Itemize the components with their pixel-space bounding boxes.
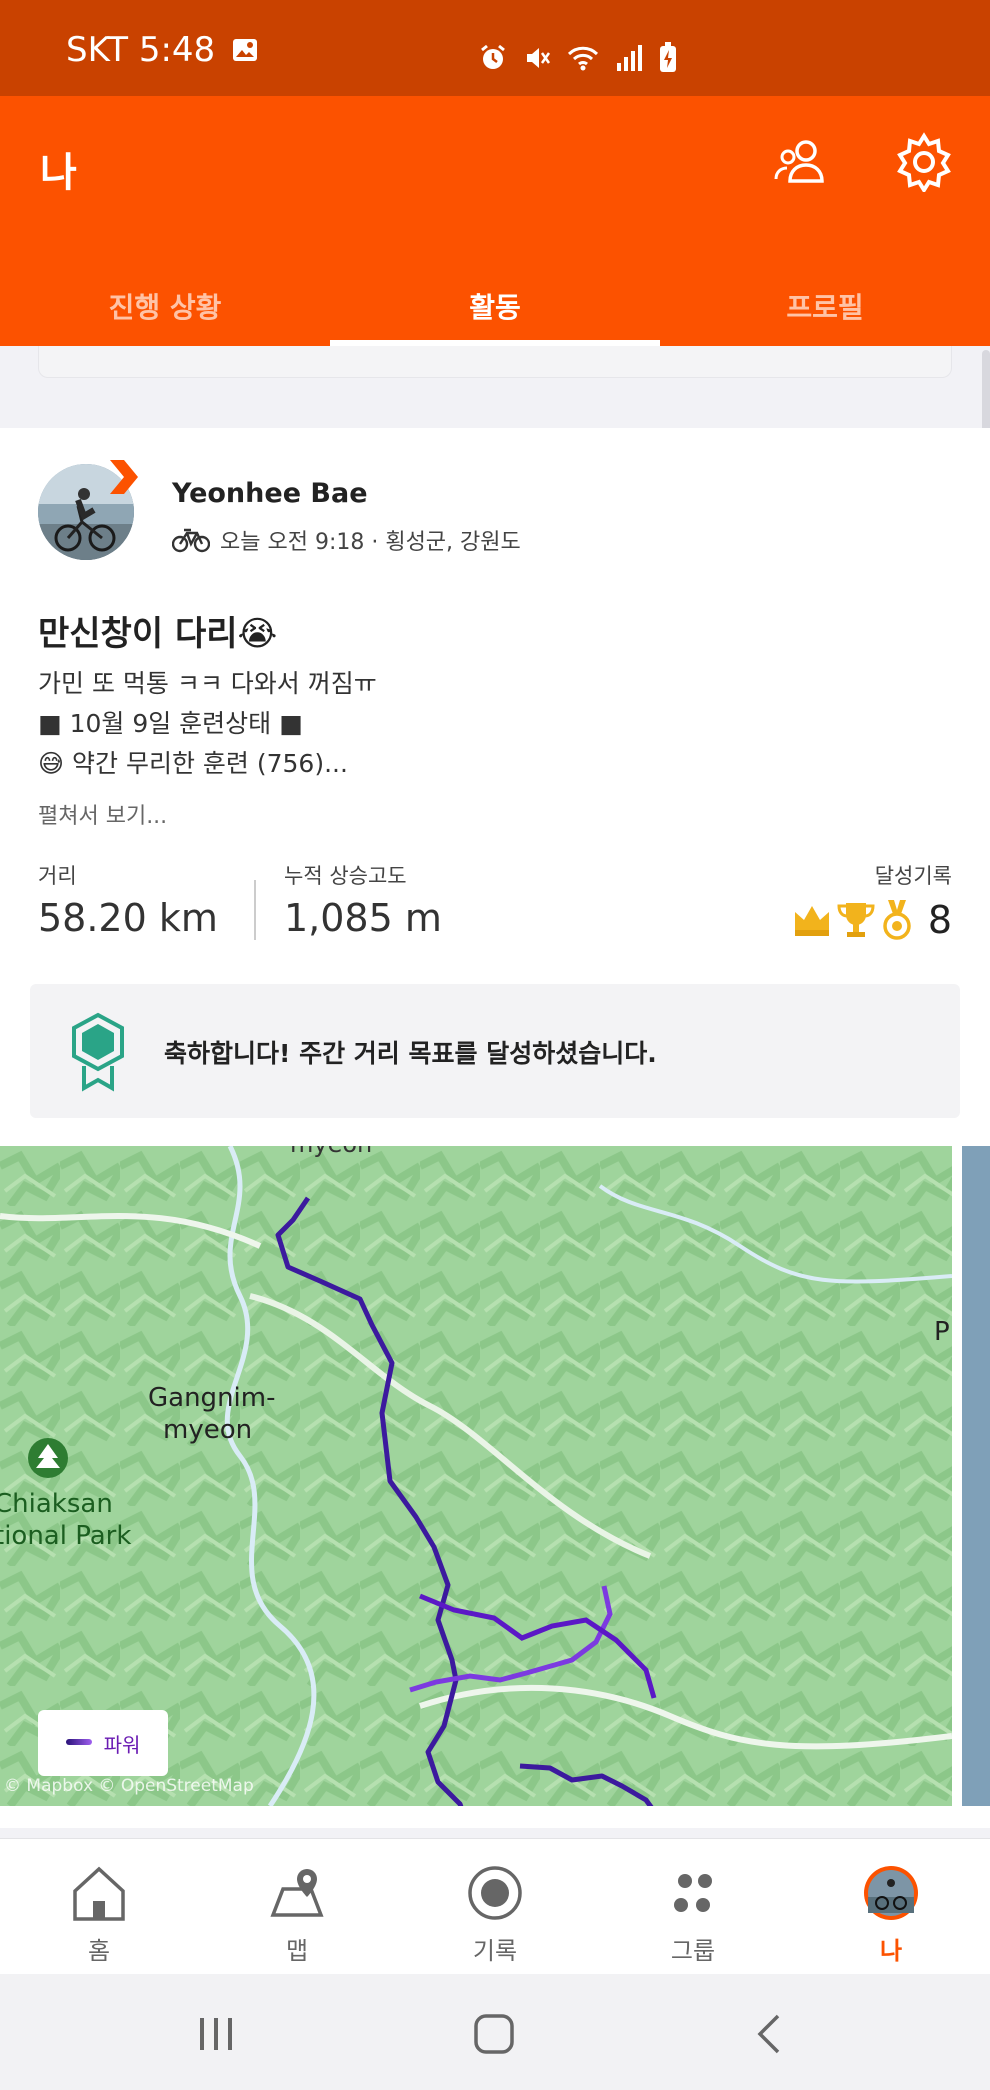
power-legend[interactable]: 파워	[38, 1710, 168, 1776]
nav-groups-label: 그룹	[670, 1937, 716, 1965]
crown-icon	[794, 906, 829, 936]
map-label-town-line2: myeon	[163, 1415, 252, 1445]
activity-meta: 오늘 오전 9:18 · 횡성군, 강원도	[172, 524, 521, 556]
tab-profile-label: 프로필	[786, 291, 864, 324]
power-gradient-icon	[65, 1739, 92, 1745]
map-label-top: myeon	[290, 1146, 372, 1158]
activity-title[interactable]: 만신창이 다리😭	[38, 606, 277, 655]
bike-icon	[172, 528, 210, 553]
activity-description: 가민 또 먹통 ㅋㅋ 다와서 꺼짐ㅠ ■ 10월 9일 훈련상태 ■ 😅 약간 …	[38, 664, 377, 784]
record-icon	[468, 1866, 522, 1920]
achievements-stat[interactable]: 달성기록 8	[792, 860, 952, 942]
settings-button[interactable]	[892, 130, 956, 194]
bottom-nav: 홈 맵 기록 그룹 나	[0, 1838, 990, 1974]
wifi-icon	[567, 46, 599, 71]
app-header: 나 진행 상황 활동 프로필	[0, 96, 990, 346]
route-map[interactable]: myeon Gangnim- myeon Chiaksan tional Par…	[0, 1146, 952, 1806]
nav-maps[interactable]: 맵	[198, 1839, 396, 1974]
map-label-park-line2: tional Park	[0, 1521, 131, 1551]
previous-card-edge	[38, 346, 952, 378]
subscriber-badge-icon	[110, 460, 138, 494]
alarm-icon	[481, 44, 505, 69]
achievements-label: 달성기록	[874, 864, 952, 888]
goal-banner[interactable]: 축하합니다! 주간 거리 목표를 달성하셨습니다.	[30, 984, 960, 1118]
nav-maps-label: 맵	[285, 1937, 309, 1965]
nav-record[interactable]: 기록	[396, 1839, 594, 1974]
activity-stats: 거리 58.20 km 누적 상승고도 1,085 m 달성기록 8	[38, 860, 952, 942]
description-line: 😅 약간 무리한 훈련 (756)...	[38, 749, 348, 778]
distance-value: 58.20 km	[38, 896, 218, 940]
find-friends-button[interactable]	[770, 130, 834, 194]
map-label-park: Chiaksan	[0, 1489, 113, 1519]
tab-activities-label: 활동	[469, 291, 521, 324]
description-line: 가민 또 먹통 ㅋㅋ 다와서 꺼짐ㅠ	[38, 669, 377, 698]
elevation-value: 1,085 m	[284, 896, 442, 940]
achievements-count: 8	[927, 898, 952, 942]
tab-bar: 진행 상황 활동 프로필	[0, 256, 990, 346]
carrier-time: SKT 5:48	[66, 30, 216, 70]
activity-date-location: 오늘 오전 9:18 · 횡성군, 강원도	[220, 530, 521, 555]
gear-icon	[897, 132, 951, 192]
distance-label: 거리	[38, 864, 77, 888]
achievements-icons: 8	[792, 898, 952, 942]
goal-message: 축하합니다! 주간 거리 목표를 달성하셨습니다.	[164, 1039, 657, 1068]
back-icon	[757, 2014, 780, 2054]
elevation-label: 누적 상승고도	[284, 864, 407, 888]
status-right	[478, 42, 678, 74]
nav-you-label: 나	[879, 1937, 903, 1965]
distance-stat: 거리 58.20 km	[38, 860, 218, 940]
mute-icon	[527, 48, 551, 68]
medal-icon	[883, 900, 911, 940]
legend-label: 파워	[103, 1732, 141, 1757]
map-attribution[interactable]: © Mapbox © OpenStreetMap	[4, 1776, 254, 1796]
map-label-town: Gangnim-	[148, 1383, 275, 1413]
nav-record-label: 기록	[472, 1937, 518, 1965]
home-system-button[interactable]	[464, 2004, 524, 2064]
map-canvas: myeon Gangnim- myeon Chiaksan tional Par…	[0, 1146, 952, 1806]
elevation-stat: 누적 상승고도 1,085 m	[284, 860, 442, 940]
tab-progress-label: 진행 상황	[108, 291, 222, 324]
next-photo-peek[interactable]	[962, 1146, 990, 1806]
groups-icon	[674, 1874, 712, 1912]
map-label-edge: P	[934, 1317, 950, 1347]
expand-description-link[interactable]: 펼쳐서 보기...	[38, 798, 167, 830]
nav-home-label: 홈	[87, 1937, 111, 1965]
signal-icon	[617, 45, 642, 71]
description-line: ■ 10월 9일 훈련상태 ■	[38, 709, 303, 738]
home-icon	[73, 1866, 125, 1921]
nav-home[interactable]: 홈	[0, 1839, 198, 1974]
page-title: 나	[40, 150, 77, 196]
recents-button[interactable]	[186, 2004, 246, 2064]
battery-icon	[660, 42, 676, 72]
back-button[interactable]	[740, 2004, 800, 2064]
nav-groups[interactable]: 그룹	[594, 1839, 792, 1974]
athlete-name[interactable]: Yeonhee Bae	[172, 478, 368, 509]
goal-badge-icon	[72, 1012, 124, 1092]
status-left: SKT 5:48	[66, 30, 259, 70]
trophy-icon	[837, 903, 875, 937]
status-bar: SKT 5:48	[0, 0, 990, 96]
home-circle-icon	[474, 2014, 514, 2054]
avatar-icon	[864, 1866, 918, 1920]
gallery-icon	[233, 39, 258, 61]
nav-you[interactable]: 나	[792, 1839, 990, 1974]
stat-divider	[254, 880, 256, 940]
people-icon	[774, 140, 824, 183]
system-nav-bar	[0, 1974, 990, 2090]
map-icon	[270, 1869, 324, 1917]
recents-icon	[200, 2018, 232, 2050]
